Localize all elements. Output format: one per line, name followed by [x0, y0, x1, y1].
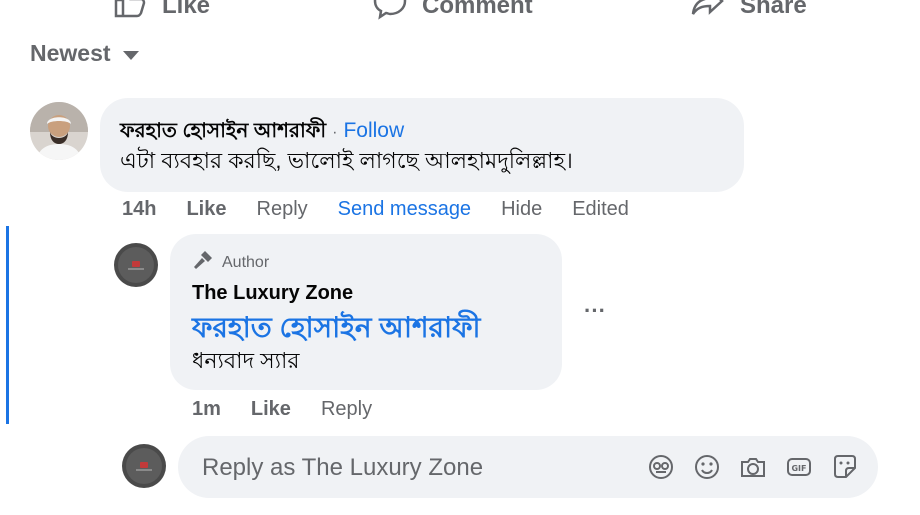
- comment-actions: 14h Like Reply Send message Hide Edited: [122, 198, 659, 221]
- chevron-down-icon: [122, 51, 139, 60]
- profile-photo-icon: [30, 102, 88, 160]
- author-badge: Author: [192, 249, 269, 276]
- reply-timestamp[interactable]: 1m: [192, 398, 221, 421]
- reply-bubble: Author The Luxury Zone ফরহাত হোসাইন আশরা…: [170, 234, 562, 390]
- camera-icon[interactable]: [738, 452, 768, 482]
- reply-author[interactable]: The Luxury Zone: [192, 282, 353, 305]
- separator-dot: ·: [332, 124, 338, 141]
- hide-button[interactable]: Hide: [501, 198, 542, 221]
- page-avatar[interactable]: [114, 243, 158, 287]
- reply-actions: 1m Like Reply: [192, 398, 402, 421]
- author-badge-label: Author: [222, 253, 270, 271]
- comment-like-button[interactable]: Like: [186, 198, 226, 221]
- more-options-button[interactable]: ···: [584, 298, 606, 324]
- sort-label: Newest: [30, 40, 111, 66]
- reply-reply-button[interactable]: Reply: [321, 398, 372, 421]
- avatar[interactable]: [30, 102, 88, 160]
- comment-reply-button[interactable]: Reply: [257, 198, 308, 221]
- composer-tools: GIF: [646, 452, 860, 482]
- composer-avatar: [122, 444, 166, 488]
- thumbs-up-icon: [112, 0, 148, 27]
- svg-text:GIF: GIF: [791, 464, 806, 473]
- comment-action[interactable]: Comment: [372, 0, 533, 27]
- edited-label[interactable]: Edited: [572, 198, 629, 221]
- comment-action-label: Comment: [422, 0, 533, 19]
- gif-icon[interactable]: GIF: [784, 452, 814, 482]
- comment-text: এটা ব্যবহার করছি, ভালোই লাগছে আলহামদুলিল…: [120, 148, 573, 173]
- sort-dropdown[interactable]: Newest: [30, 40, 139, 67]
- share-action-label: Share: [740, 0, 807, 19]
- microphone-icon: [192, 249, 214, 276]
- like-action-label: Like: [162, 0, 211, 19]
- comment-icon: [372, 0, 408, 27]
- follow-link[interactable]: Follow: [343, 119, 404, 143]
- reply-input[interactable]: [200, 436, 584, 500]
- sticker-icon[interactable]: [830, 452, 860, 482]
- share-action[interactable]: Share: [690, 0, 807, 27]
- share-icon: [690, 0, 726, 27]
- avatar-sticker-icon[interactable]: [646, 452, 676, 482]
- page-logo-icon: [122, 444, 166, 488]
- send-message-button[interactable]: Send message: [338, 198, 471, 221]
- emoji-icon[interactable]: [692, 452, 722, 482]
- reply-like-button[interactable]: Like: [251, 398, 291, 421]
- reply-composer: GIF: [178, 436, 878, 500]
- comment-bubble: ফরহাত হোসাইন আশরাফী · Follow এটা ব্যবহার…: [100, 98, 744, 192]
- comment-timestamp[interactable]: 14h: [122, 198, 156, 221]
- like-action[interactable]: Like: [112, 0, 210, 27]
- reply-text: ধন্যবাদ স্যার: [192, 348, 300, 373]
- page-logo-icon: [114, 243, 158, 287]
- thread-line: [6, 226, 9, 424]
